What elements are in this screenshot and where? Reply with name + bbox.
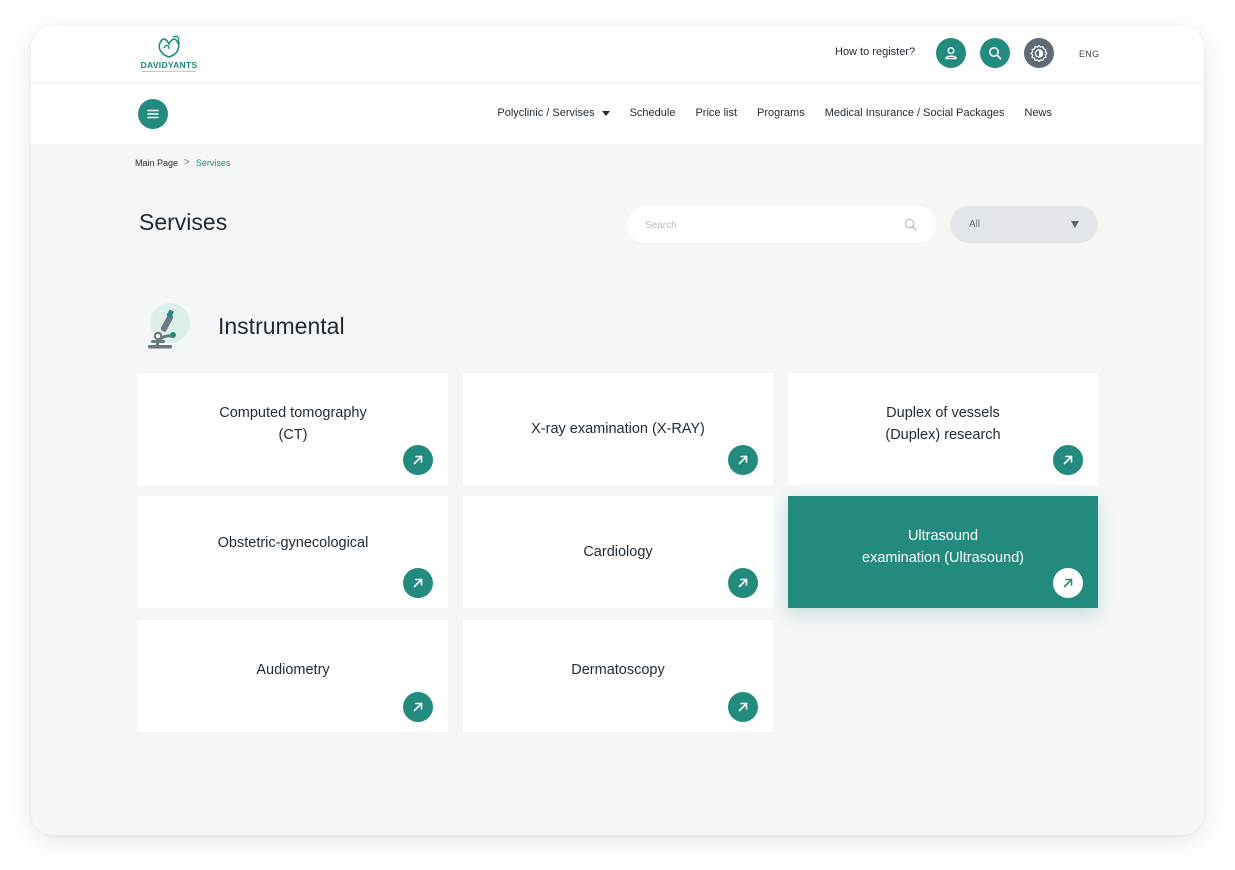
nav-item-schedule[interactable]: Schedule (630, 107, 676, 119)
arrow-up-right-icon (1063, 455, 1073, 465)
header-search-button[interactable] (980, 38, 1010, 68)
accessibility-contrast-button[interactable] (1024, 38, 1054, 68)
nav-item-label: Programs (757, 107, 805, 119)
service-card-label: Audiometry (256, 662, 330, 678)
user-account-button[interactable] (936, 38, 966, 68)
service-card-dermatoscopy[interactable]: Dermatoscopy (463, 620, 773, 732)
page-title: Servises (139, 209, 228, 235)
service-card-obstetric-gynecological[interactable]: Obstetric-gynecological (138, 496, 448, 608)
search-field (627, 206, 936, 245)
service-card-label: X-ray examination (X-RAY) (531, 421, 705, 437)
brand-logo[interactable]: DAVIDYANTS (138, 34, 200, 74)
open-service-button[interactable] (403, 692, 433, 722)
open-service-button[interactable] (728, 445, 758, 475)
open-service-button[interactable] (403, 445, 433, 475)
category-select-value: All (969, 219, 981, 230)
breadcrumb-current: Servises (195, 157, 231, 168)
open-service-button[interactable] (728, 568, 758, 598)
nav-item-label: Polyclinic / Servises (497, 107, 595, 119)
search-input[interactable] (643, 206, 897, 245)
chevron-down-icon (1071, 221, 1079, 228)
open-service-button[interactable] (1053, 568, 1083, 598)
service-card-audiometry[interactable]: Audiometry (138, 620, 448, 732)
how-to-register-link[interactable]: How to register? (835, 46, 915, 58)
nav-item-programs[interactable]: Programs (757, 107, 805, 119)
top-header: DAVIDYANTS How to register? ENG (31, 26, 1204, 84)
menu-button[interactable] (138, 99, 168, 129)
service-card-ultrasound[interactable]: Ultrasound examination (Ultrasound) (788, 496, 1098, 608)
service-card-label: Computed tomography (CT) (219, 405, 367, 443)
chevron-down-icon (601, 110, 610, 116)
service-card-label: Duplex of vessels (Duplex) research (885, 405, 1001, 443)
service-card-label: Cardiology (583, 544, 653, 560)
brand-tagline-line (142, 71, 196, 72)
arrow-up-right-icon (413, 578, 423, 588)
search-icon (989, 47, 1002, 60)
nav-menu: Polyclinic / Servises Schedule Price lis… (497, 107, 1052, 119)
nav-item-label: News (1024, 107, 1052, 119)
nav-item-news[interactable]: News (1024, 107, 1052, 119)
logo-mark-icon (158, 35, 180, 58)
microscope-icon (142, 303, 192, 358)
search-icon (904, 218, 917, 231)
nav-item-price-list[interactable]: Price list (695, 107, 737, 119)
nav-item-polyclinic-services[interactable]: Polyclinic / Servises (497, 107, 610, 119)
hamburger-icon (147, 109, 159, 119)
arrow-up-right-icon (1063, 578, 1073, 588)
breadcrumb-home-link[interactable]: Main Page (135, 158, 178, 168)
nav-item-label: Price list (695, 107, 738, 119)
breadcrumb: Main Page > Servises (135, 157, 230, 168)
service-card-label: Dermatoscopy (571, 662, 665, 678)
service-card-label: Obstetric-gynecological (217, 535, 369, 551)
user-icon (945, 47, 957, 60)
nav-item-medical-insurance[interactable]: Medical Insurance / Social Packages (825, 107, 1005, 119)
service-card-computed-tomography[interactable]: Computed tomography (CT) (138, 373, 448, 485)
nav-item-label: Medical Insurance / Social Packages (824, 107, 1005, 119)
open-service-button[interactable] (1053, 445, 1083, 475)
category-select[interactable]: All (950, 206, 1098, 243)
open-service-button[interactable] (728, 692, 758, 722)
browser-frame: DAVIDYANTS How to register? ENG Polyclin… (31, 26, 1204, 835)
contrast-icon (1030, 44, 1048, 62)
service-card-label: Ultrasound examination (Ultrasound) (862, 528, 1024, 566)
service-card-x-ray[interactable]: X-ray examination (X-RAY) (463, 373, 773, 485)
brand-name: DAVIDYANTS (140, 60, 198, 70)
arrow-up-right-icon (738, 455, 748, 465)
breadcrumb-separator: > (184, 157, 190, 168)
language-switcher[interactable]: ENG (1079, 49, 1099, 59)
arrow-up-right-icon (413, 702, 423, 712)
arrow-up-right-icon (738, 702, 748, 712)
nav-item-label: Schedule (629, 107, 676, 119)
section-title: Instrumental (218, 313, 345, 339)
search-submit[interactable] (904, 218, 917, 236)
service-card-duplex[interactable]: Duplex of vessels (Duplex) research (788, 373, 1098, 485)
open-service-button[interactable] (403, 568, 433, 598)
main-navigation: Polyclinic / Servises Schedule Price lis… (31, 84, 1204, 144)
arrow-up-right-icon (413, 455, 423, 465)
service-card-cardiology[interactable]: Cardiology (463, 496, 773, 608)
arrow-up-right-icon (738, 578, 748, 588)
